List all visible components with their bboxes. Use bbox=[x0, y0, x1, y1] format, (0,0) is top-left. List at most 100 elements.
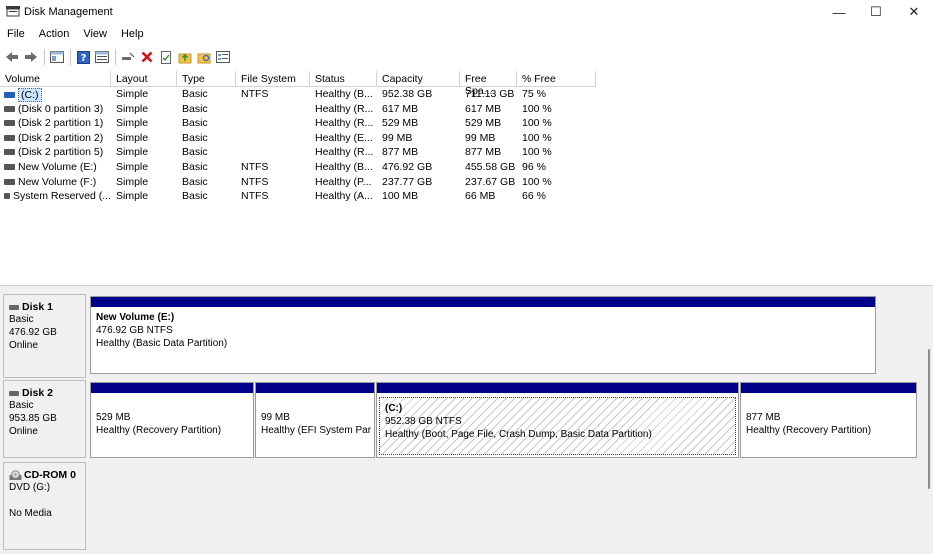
properties-icon[interactable] bbox=[157, 48, 175, 66]
volume-icon bbox=[4, 105, 15, 112]
volume-type: Basic bbox=[182, 175, 208, 188]
column-header-status[interactable]: Status bbox=[310, 71, 377, 87]
volume-type: Basic bbox=[182, 88, 208, 100]
partition-status: Healthy (Recovery Partition) bbox=[746, 425, 872, 436]
partition-disk2-efi[interactable]: 99 MB Healthy (EFI System Par bbox=[255, 382, 375, 458]
table-row[interactable]: System Reserved (... Simple Basic NTFS H… bbox=[0, 190, 596, 205]
partition-bar bbox=[91, 297, 875, 307]
disk-state: Online bbox=[9, 340, 38, 351]
svg-text:?: ? bbox=[80, 53, 86, 64]
partition-size: 476.92 GB NTFS bbox=[96, 325, 173, 336]
connect-drive-icon[interactable] bbox=[119, 48, 137, 66]
volume-name: (C:) bbox=[18, 88, 42, 102]
open-folder-icon[interactable] bbox=[195, 48, 213, 66]
volume-layout: Simple bbox=[116, 88, 149, 100]
disk-1-label[interactable]: Disk 1 Basic 476.92 GB Online bbox=[3, 294, 86, 378]
volume-type: Basic bbox=[182, 161, 208, 173]
volume-pct-free: 66 % bbox=[522, 190, 546, 203]
minimize-button[interactable]: — bbox=[820, 0, 858, 24]
disk-state: No Media bbox=[9, 508, 52, 519]
volume-status: Healthy (E... bbox=[315, 131, 373, 144]
volume-type: Basic bbox=[182, 131, 208, 144]
vertical-scrollbar[interactable] bbox=[924, 289, 933, 554]
hard-disk-icon bbox=[9, 390, 19, 396]
volume-name: (Disk 2 partition 2) bbox=[18, 131, 104, 144]
column-header-free-space[interactable]: Free Spa... bbox=[460, 71, 517, 97]
settings-view-icon[interactable] bbox=[214, 48, 232, 66]
column-header-file-system[interactable]: File System bbox=[236, 71, 310, 87]
details-view-icon[interactable] bbox=[93, 48, 111, 66]
table-row[interactable]: New Volume (E:) Simple Basic NTFS Health… bbox=[0, 161, 596, 176]
volume-icon bbox=[4, 149, 15, 156]
volume-pct-free: 100 % bbox=[522, 131, 552, 144]
table-row[interactable]: New Volume (F:) Simple Basic NTFS Health… bbox=[0, 176, 596, 191]
list-header: Volume Layout Type File System Status Ca… bbox=[0, 71, 596, 97]
up-folder-icon[interactable] bbox=[176, 48, 194, 66]
column-header-type[interactable]: Type bbox=[177, 71, 236, 87]
partition-c-drive[interactable]: (C:) 952.38 GB NTFS Healthy (Boot, Page … bbox=[376, 382, 739, 458]
volume-capacity: 952.38 GB bbox=[382, 88, 433, 100]
cdrom-empty-area[interactable] bbox=[90, 462, 918, 550]
column-header-percent-free[interactable]: % Free bbox=[517, 71, 596, 87]
cd-drive-icon bbox=[9, 469, 22, 480]
table-row[interactable]: (Disk 2 partition 5) Simple Basic Health… bbox=[0, 146, 596, 161]
volume-status: Healthy (P... bbox=[315, 175, 372, 188]
disk-size: 476.92 GB bbox=[9, 327, 57, 338]
volume-layout: Simple bbox=[116, 102, 149, 115]
column-header-capacity[interactable]: Capacity bbox=[377, 71, 460, 87]
menu-help[interactable]: Help bbox=[114, 24, 151, 44]
column-header-layout[interactable]: Layout bbox=[111, 71, 177, 87]
menu-view[interactable]: View bbox=[76, 24, 114, 44]
back-arrow-icon[interactable] bbox=[3, 48, 21, 66]
disk-2-label[interactable]: Disk 2 Basic 953.85 GB Online bbox=[3, 380, 86, 458]
volume-icon bbox=[4, 92, 15, 98]
volume-free: 617 MB bbox=[465, 102, 502, 115]
volume-status: Healthy (B... bbox=[315, 88, 373, 100]
partition-status: Healthy (Recovery Partition) bbox=[96, 425, 222, 436]
table-row[interactable]: (Disk 2 partition 2) Simple Basic Health… bbox=[0, 132, 596, 147]
partition-name: New Volume (E:) bbox=[96, 312, 175, 323]
partition-new-volume-e[interactable]: New Volume (E:) 476.92 GB NTFS Healthy (… bbox=[90, 296, 876, 374]
partition-name: (C:) bbox=[385, 403, 403, 414]
partition-size: 529 MB bbox=[96, 412, 131, 423]
volume-free: 99 MB bbox=[465, 131, 496, 144]
partition-disk2-recovery-2[interactable]: 877 MB Healthy (Recovery Partition) bbox=[740, 382, 917, 458]
disk-name: Disk 1 bbox=[22, 301, 53, 313]
partition-status: Healthy (Boot, Page File, Crash Dump, Ba… bbox=[385, 429, 652, 440]
delete-icon[interactable] bbox=[138, 48, 156, 66]
partition-bar bbox=[256, 383, 374, 393]
volume-capacity: 476.92 GB bbox=[382, 161, 433, 173]
volume-status: Healthy (A... bbox=[315, 190, 373, 203]
volume-fs: NTFS bbox=[241, 190, 269, 203]
partition-status: Healthy (Basic Data Partition) bbox=[96, 338, 228, 349]
volume-capacity: 99 MB bbox=[382, 131, 413, 144]
graphical-view: Disk 1 Basic 476.92 GB Online New Volume… bbox=[0, 289, 933, 554]
table-row[interactable]: (Disk 0 partition 3) Simple Basic Health… bbox=[0, 103, 596, 118]
menu-bar: File Action View Help bbox=[0, 24, 933, 44]
cdrom-0-label[interactable]: CD-ROM 0 DVD (G:) No Media bbox=[3, 462, 86, 550]
maximize-button[interactable]: ☐ bbox=[857, 0, 895, 24]
forward-arrow-icon[interactable] bbox=[22, 48, 40, 66]
partition-size: 952.38 GB NTFS bbox=[385, 416, 462, 427]
toolbar-separator bbox=[115, 49, 116, 65]
volume-fs: NTFS bbox=[241, 161, 269, 173]
volume-pct-free: 100 % bbox=[522, 117, 552, 130]
console-tree-icon[interactable] bbox=[48, 48, 66, 66]
column-header-volume[interactable]: Volume bbox=[0, 71, 111, 87]
help-icon[interactable]: ? bbox=[74, 48, 92, 66]
disk-type: Basic bbox=[9, 314, 34, 325]
table-row[interactable]: (C:) Simple Basic NTFS Healthy (B... 952… bbox=[0, 88, 596, 103]
partition-size: 877 MB bbox=[746, 412, 781, 423]
scrollbar-thumb[interactable] bbox=[928, 349, 930, 489]
menu-file[interactable]: File bbox=[0, 24, 32, 44]
disk-state: Online bbox=[9, 426, 38, 437]
menu-action[interactable]: Action bbox=[32, 24, 77, 44]
table-row[interactable]: (Disk 2 partition 1) Simple Basic Health… bbox=[0, 117, 596, 132]
close-button[interactable]: ✕ bbox=[895, 0, 933, 24]
partition-disk2-recovery-1[interactable]: 529 MB Healthy (Recovery Partition) bbox=[90, 382, 254, 458]
volume-capacity: 617 MB bbox=[382, 102, 419, 115]
volume-icon bbox=[4, 193, 10, 200]
volume-status: Healthy (R... bbox=[315, 102, 374, 115]
window-title: Disk Management bbox=[24, 6, 113, 18]
toolbar: ? bbox=[0, 46, 933, 68]
